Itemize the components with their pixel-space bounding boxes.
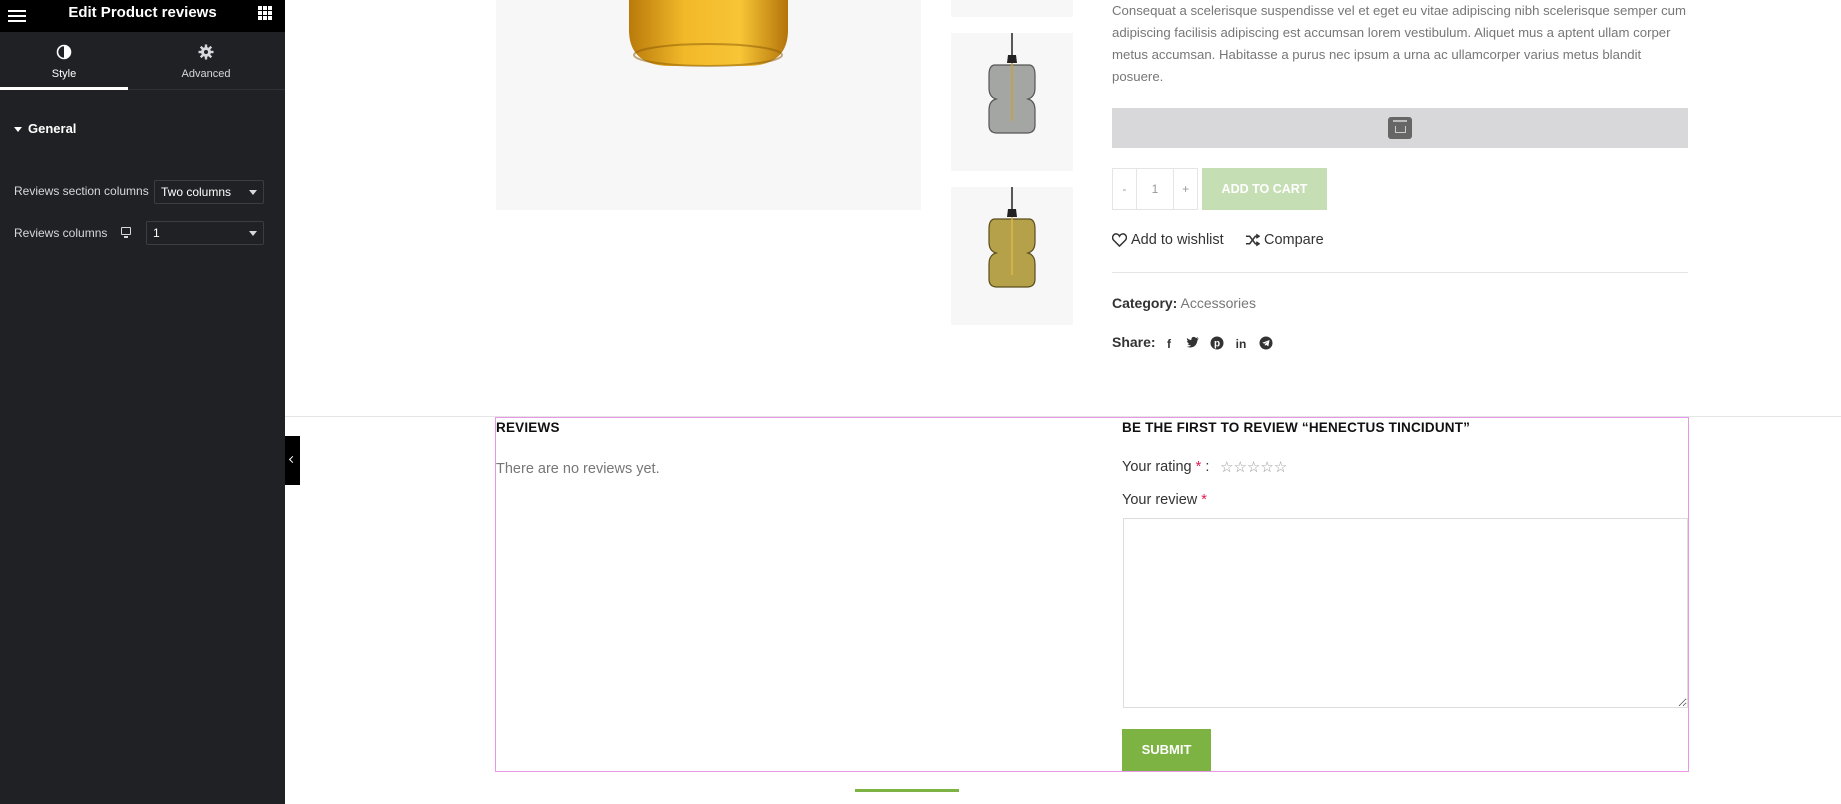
dropdown-arrow-icon (249, 231, 257, 236)
gear-icon (198, 44, 214, 60)
heart-icon (1111, 233, 1128, 248)
star-icon[interactable]: ☆ (1247, 459, 1260, 476)
star-icon[interactable]: ☆ (1233, 459, 1246, 476)
tab-style[interactable]: Style (0, 32, 128, 90)
category-link[interactable]: Accessories (1180, 295, 1255, 311)
review-form-title: BE THE FIRST TO REVIEW “HENECTUS TINCIDU… (1122, 420, 1471, 435)
dropdown-arrow-icon (249, 190, 257, 195)
compare-label: Compare (1264, 232, 1324, 248)
share-label: Share: (1112, 334, 1156, 350)
tab-style-label: Style (51, 68, 77, 80)
quantity-stepper: - 1 + (1112, 168, 1198, 210)
rating-colon: : (1205, 459, 1210, 475)
star-rating: ☆☆☆☆☆ (1220, 458, 1287, 476)
add-to-wishlist-link[interactable]: Add to wishlist (1111, 232, 1224, 248)
review-required-mark: * (1201, 492, 1207, 508)
panel-header: Edit Product reviews (0, 0, 285, 32)
qty-minus-button[interactable]: - (1113, 169, 1136, 209)
panel-title: Edit Product reviews (68, 4, 217, 21)
thumbnail-2[interactable] (951, 33, 1073, 171)
tab-indicator (855, 789, 959, 792)
star-icon[interactable]: ☆ (1274, 459, 1287, 476)
reviews-section-columns-label: Reviews section columns (14, 184, 149, 198)
product-description: Consequat a scelerisque suspendisse vel … (1112, 3, 1686, 84)
tab-advanced-label: Advanced (181, 68, 231, 80)
qty-input[interactable]: 1 (1135, 169, 1175, 209)
pinterest-icon[interactable]: p (1209, 336, 1225, 352)
apps-grid-icon[interactable] (258, 6, 272, 20)
twitter-icon[interactable] (1185, 336, 1201, 352)
submit-button[interactable]: SUBMIT (1122, 729, 1211, 771)
shuffle-icon (1245, 233, 1261, 247)
rating-label: Your rating * : (1122, 459, 1209, 475)
olive-pendant-lamp-image (988, 187, 1036, 288)
rating-required-mark: * (1195, 459, 1202, 475)
amber-pendant-lamp-image (629, 0, 788, 67)
reviews-columns-select[interactable]: 1 (146, 221, 264, 245)
main-product-image[interactable] (496, 0, 921, 210)
review-label: Your review * (1122, 492, 1207, 508)
tab-advanced[interactable]: Advanced (142, 32, 270, 90)
facebook-icon[interactable]: f (1161, 336, 1177, 352)
page-preview: Consequat a scelerisque suspendisse vel … (285, 0, 1841, 804)
section-general-label: General (28, 121, 77, 136)
star-icon[interactable]: ☆ (1220, 459, 1233, 476)
telegram-icon[interactable] (1258, 336, 1274, 352)
add-to-cart-button[interactable]: ADD TO CART (1202, 168, 1327, 210)
no-reviews-text: There are no reviews yet. (496, 461, 660, 477)
review-label-text: Your review (1122, 492, 1198, 508)
thumbnail-1[interactable] (951, 0, 1073, 17)
reviews-section-columns-select[interactable]: Two columns (154, 180, 264, 204)
wishlist-label: Add to wishlist (1131, 232, 1224, 248)
reviews-title: REVIEWS (496, 420, 560, 435)
section-general-toggle[interactable]: General (14, 121, 76, 136)
star-icon[interactable]: ☆ (1260, 459, 1273, 476)
reviews-section-columns-value: Two columns (161, 185, 232, 199)
svg-text:p: p (1214, 339, 1220, 350)
desktop-icon[interactable] (121, 227, 131, 238)
rating-label-text: Your rating (1122, 459, 1192, 475)
caret-down-icon (14, 127, 22, 133)
reviews-columns-value: 1 (153, 226, 160, 240)
category-label: Category: (1112, 295, 1178, 311)
review-textarea[interactable] (1123, 518, 1688, 708)
cart-icon (1388, 117, 1412, 139)
grey-pendant-lamp-image (988, 33, 1036, 134)
hamburger-menu-icon[interactable] (8, 7, 26, 25)
panel-tabs: Style Advanced (0, 32, 285, 90)
divider (1112, 272, 1688, 273)
sticky-cart-bar[interactable] (1112, 108, 1688, 148)
contrast-icon (56, 44, 72, 60)
thumbnail-3[interactable] (951, 187, 1073, 325)
compare-link[interactable]: Compare (1245, 232, 1324, 248)
product-category: Category: Accessories (1112, 295, 1256, 311)
qty-plus-button[interactable]: + (1174, 169, 1197, 209)
editor-panel: Edit Product reviews Style Advanced Gene… (0, 0, 285, 804)
reviews-columns-label: Reviews columns (14, 226, 108, 240)
linkedin-icon[interactable]: in (1233, 336, 1249, 352)
